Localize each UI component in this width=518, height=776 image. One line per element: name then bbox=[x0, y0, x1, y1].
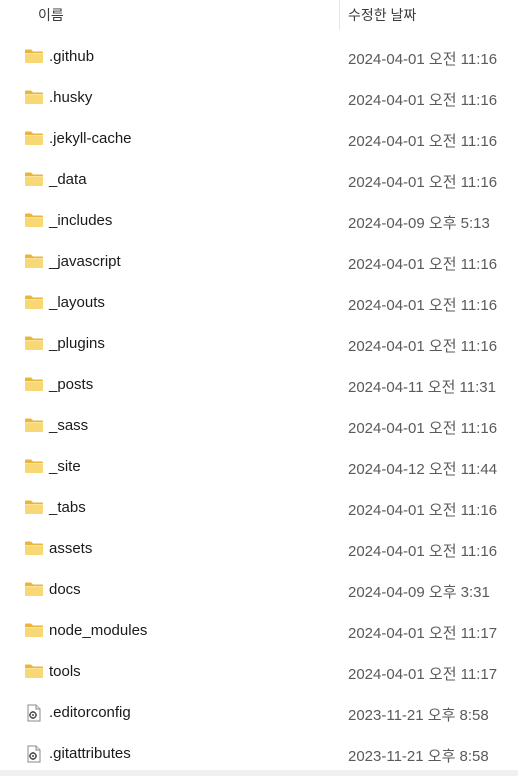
file-row[interactable]: docs 2024-04-09 오후 3:31 bbox=[0, 569, 518, 610]
file-name[interactable]: .jekyll-cache bbox=[49, 130, 132, 147]
column-header-date-modified[interactable]: 수정한 날짜 bbox=[348, 5, 416, 25]
file-date-modified: 2024-04-01 오전 11:17 bbox=[348, 666, 498, 683]
column-header-bar: 이름 ^ 수정한 날짜 bbox=[0, 0, 518, 34]
column-divider[interactable] bbox=[339, 0, 340, 30]
file-date-modified: 2024-04-09 오후 5:13 bbox=[348, 215, 490, 232]
folder-icon bbox=[24, 540, 44, 556]
file-row[interactable]: _data 2024-04-01 오전 11:16 bbox=[0, 159, 518, 200]
file-date-modified: 2024-04-01 오전 11:16 bbox=[348, 256, 498, 273]
file-row[interactable]: .gitattributes 2023-11-21 오후 8:58 bbox=[0, 733, 518, 774]
file-date-modified: 2024-04-09 오후 3:31 bbox=[348, 584, 490, 601]
folder-icon bbox=[24, 130, 44, 146]
file-row[interactable]: _tabs 2024-04-01 오전 11:16 bbox=[0, 487, 518, 528]
folder-icon bbox=[24, 417, 44, 433]
folder-icon bbox=[24, 622, 44, 638]
file-date-modified: 2024-04-01 오전 11:16 bbox=[348, 51, 498, 68]
file-row[interactable]: .github 2024-04-01 오전 11:16 bbox=[0, 36, 518, 77]
file-date-modified: 2024-04-01 오전 11:16 bbox=[348, 133, 498, 150]
folder-icon bbox=[24, 335, 44, 351]
column-header-name[interactable]: 이름 bbox=[38, 5, 64, 25]
folder-icon bbox=[24, 212, 44, 228]
file-date-modified: 2024-04-01 오전 11:16 bbox=[348, 502, 498, 519]
file-row[interactable]: tools 2024-04-01 오전 11:17 bbox=[0, 651, 518, 692]
file-date-modified: 2024-04-12 오전 11:44 bbox=[348, 461, 498, 478]
file-date-modified: 2024-04-01 오전 11:16 bbox=[348, 420, 498, 437]
file-name[interactable]: tools bbox=[49, 663, 81, 680]
file-date-modified: 2024-04-01 오전 11:17 bbox=[348, 625, 498, 642]
file-name[interactable]: _site bbox=[49, 458, 81, 475]
file-row[interactable]: _site 2024-04-12 오전 11:44 bbox=[0, 446, 518, 487]
file-date-modified: 2024-04-01 오전 11:16 bbox=[348, 543, 498, 560]
file-name[interactable]: _tabs bbox=[49, 499, 86, 516]
file-name[interactable]: _includes bbox=[49, 212, 112, 229]
file-date-modified: 2024-04-01 오전 11:16 bbox=[348, 338, 498, 355]
file-row[interactable]: node_modules 2024-04-01 오전 11:17 bbox=[0, 610, 518, 651]
folder-icon bbox=[24, 458, 44, 474]
file-row[interactable]: .husky 2024-04-01 오전 11:16 bbox=[0, 77, 518, 118]
file-row[interactable]: _javascript 2024-04-01 오전 11:16 bbox=[0, 241, 518, 282]
folder-icon bbox=[24, 663, 44, 679]
file-row[interactable]: _includes 2024-04-09 오후 5:13 bbox=[0, 200, 518, 241]
file-name[interactable]: _data bbox=[49, 171, 87, 188]
folder-icon bbox=[24, 294, 44, 310]
file-date-modified: 2023-11-21 오후 8:58 bbox=[348, 748, 489, 765]
file-row[interactable]: .editorconfig 2023-11-21 오후 8:58 bbox=[0, 692, 518, 733]
file-name[interactable]: .github bbox=[49, 48, 94, 65]
horizontal-scrollbar[interactable] bbox=[0, 770, 518, 776]
file-row[interactable]: .jekyll-cache 2024-04-01 오전 11:16 bbox=[0, 118, 518, 159]
config-file-icon bbox=[24, 704, 44, 722]
folder-icon bbox=[24, 499, 44, 515]
file-date-modified: 2023-11-21 오후 8:58 bbox=[348, 707, 489, 724]
file-row[interactable]: _layouts 2024-04-01 오전 11:16 bbox=[0, 282, 518, 323]
file-name[interactable]: _layouts bbox=[49, 294, 105, 311]
folder-icon bbox=[24, 89, 44, 105]
file-name[interactable]: assets bbox=[49, 540, 92, 557]
file-list: .github 2024-04-01 오전 11:16 .husky 2024-04-… bbox=[0, 36, 518, 774]
file-name[interactable]: _javascript bbox=[49, 253, 121, 270]
file-date-modified: 2024-04-01 오전 11:16 bbox=[348, 297, 498, 314]
file-row[interactable]: assets 2024-04-01 오전 11:16 bbox=[0, 528, 518, 569]
file-name[interactable]: .editorconfig bbox=[49, 704, 131, 721]
file-name[interactable]: _sass bbox=[49, 417, 88, 434]
folder-icon bbox=[24, 581, 44, 597]
config-file-icon bbox=[24, 745, 44, 763]
folder-icon bbox=[24, 48, 44, 64]
file-date-modified: 2024-04-01 오전 11:16 bbox=[348, 174, 498, 191]
file-row[interactable]: _sass 2024-04-01 오전 11:16 bbox=[0, 405, 518, 446]
file-name[interactable]: _plugins bbox=[49, 335, 105, 352]
file-date-modified: 2024-04-01 오전 11:16 bbox=[348, 92, 498, 109]
file-name[interactable]: node_modules bbox=[49, 622, 147, 639]
file-name[interactable]: _posts bbox=[49, 376, 93, 393]
file-row[interactable]: _plugins 2024-04-01 오전 11:16 bbox=[0, 323, 518, 364]
file-name[interactable]: docs bbox=[49, 581, 81, 598]
folder-icon bbox=[24, 376, 44, 392]
folder-icon bbox=[24, 253, 44, 269]
file-row[interactable]: _posts 2024-04-11 오전 11:31 bbox=[0, 364, 518, 405]
file-name[interactable]: .husky bbox=[49, 89, 92, 106]
folder-icon bbox=[24, 171, 44, 187]
file-name[interactable]: .gitattributes bbox=[49, 745, 131, 762]
file-date-modified: 2024-04-11 오전 11:31 bbox=[348, 379, 496, 396]
sort-indicator-icon: ^ bbox=[180, 0, 186, 6]
